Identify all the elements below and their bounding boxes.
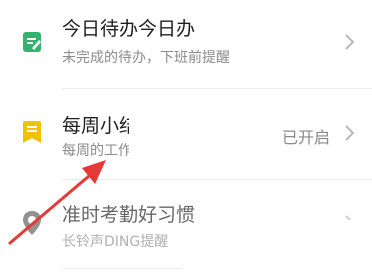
annotation-arrow [8,160,106,245]
